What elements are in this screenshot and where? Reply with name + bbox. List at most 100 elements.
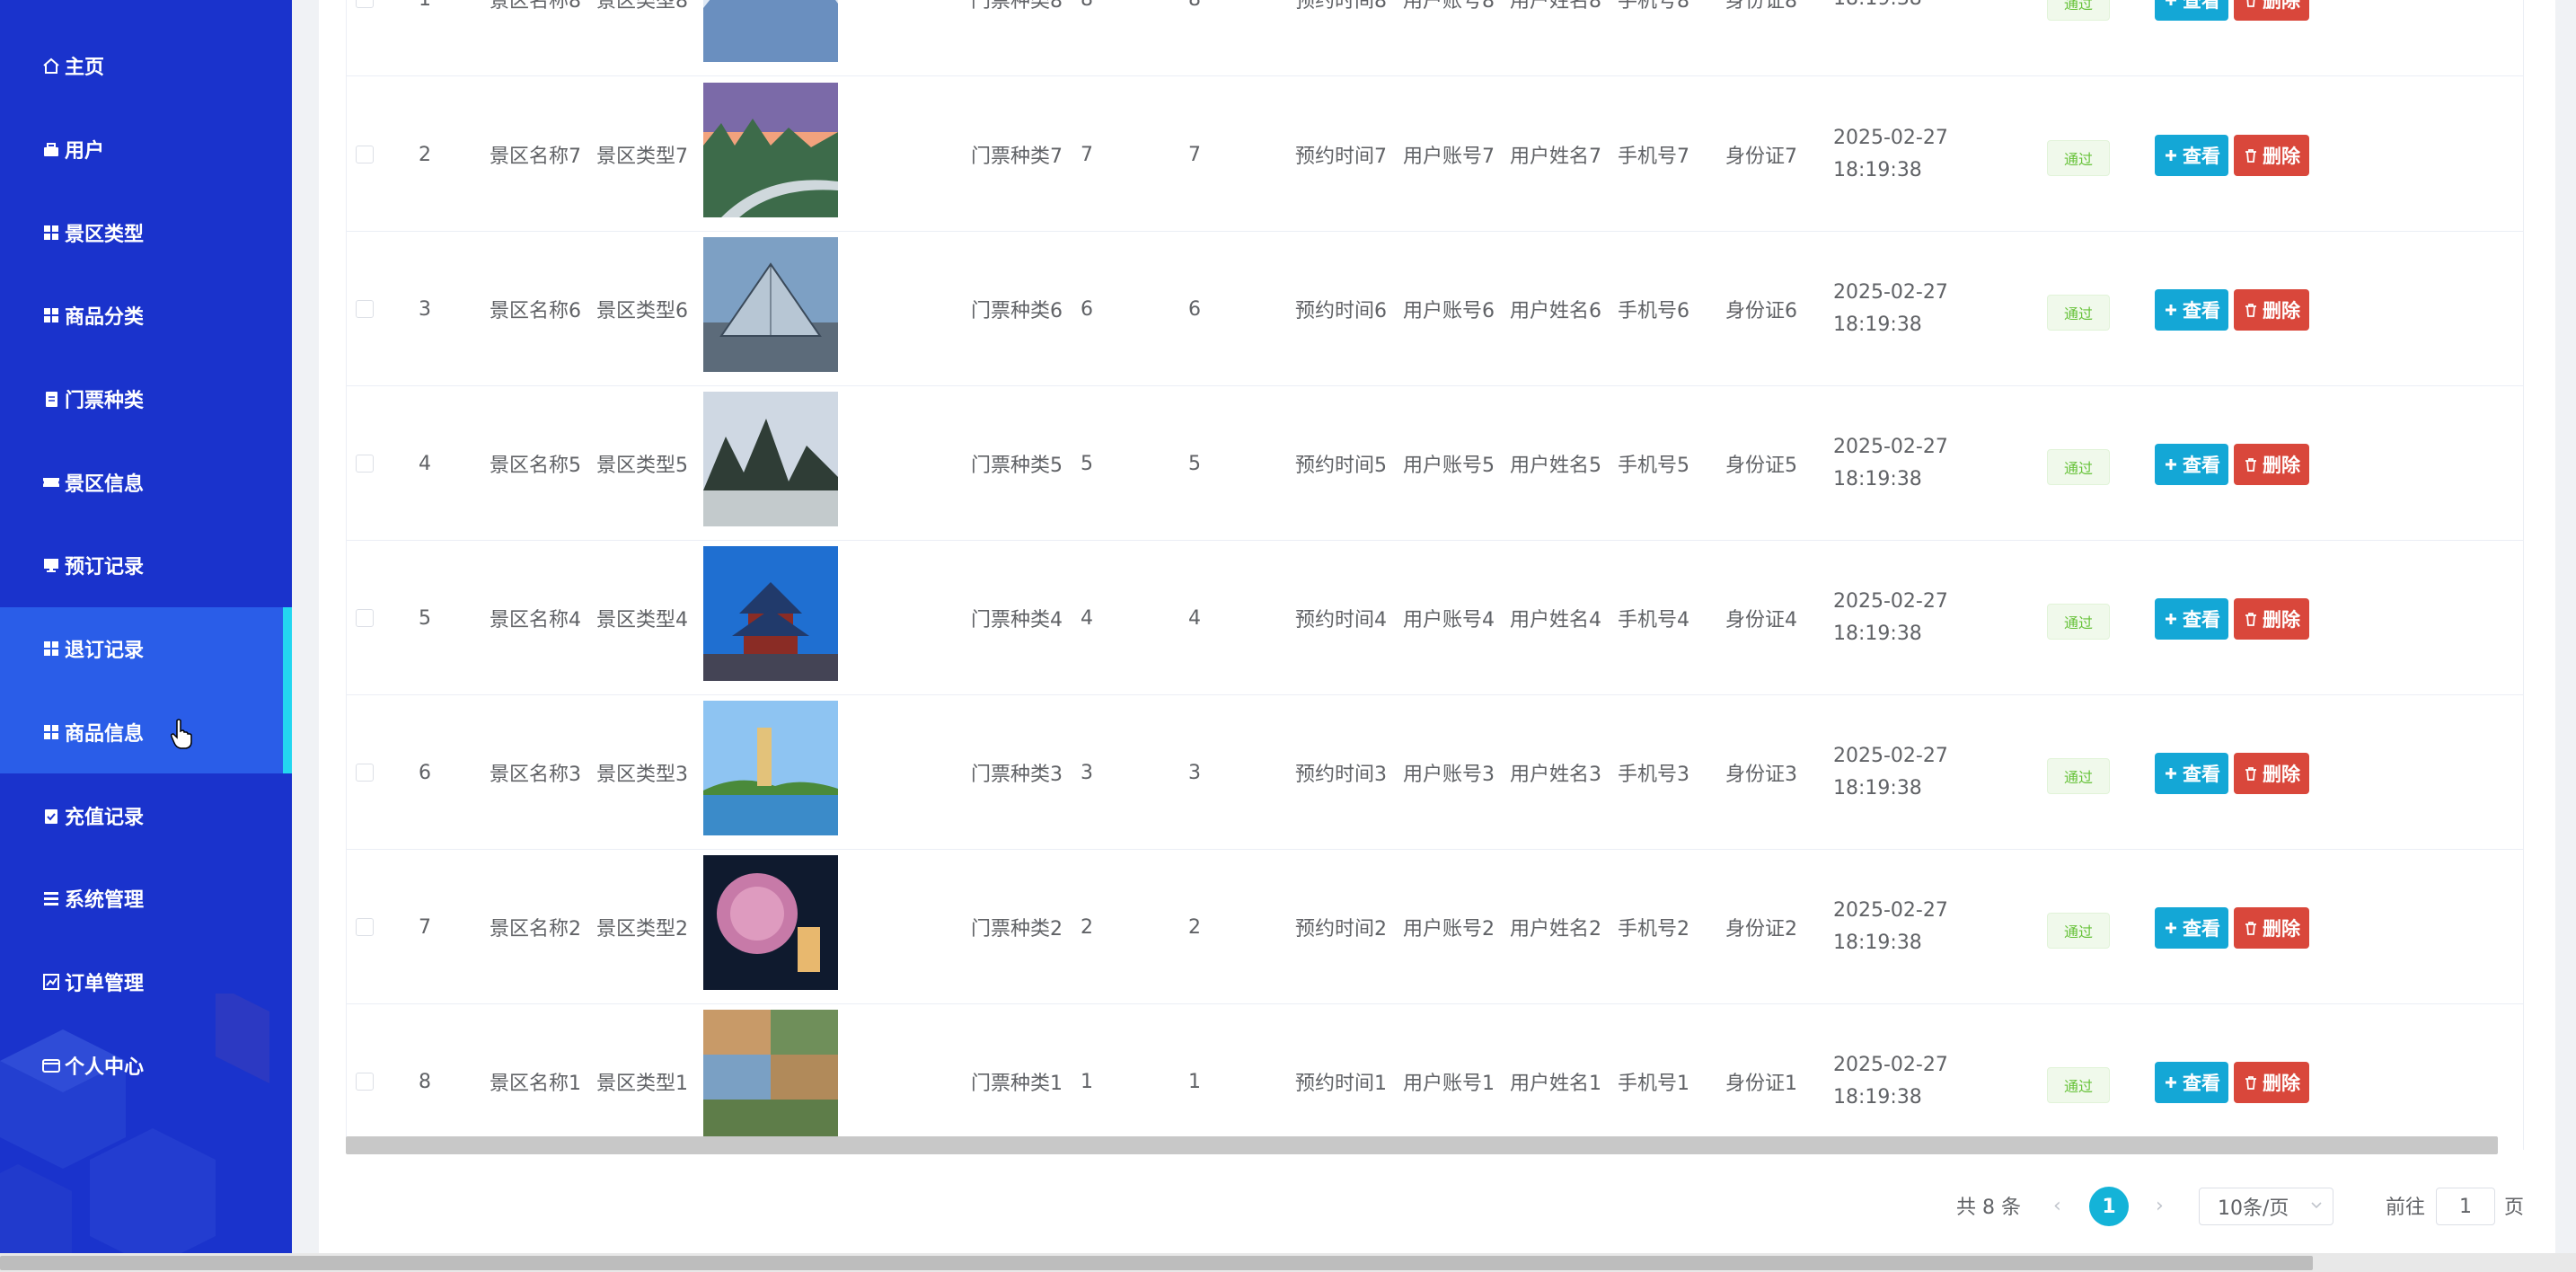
sidebar-item-11[interactable]: 系统管理	[0, 857, 292, 941]
cell-id-card: 身份证2	[1725, 918, 1797, 941]
page-size-select[interactable]: 10条/页	[2199, 1188, 2333, 1225]
row-checkbox[interactable]	[356, 146, 374, 163]
view-button[interactable]: 查看	[2155, 1062, 2228, 1103]
sidebar-item-1[interactable]: 主页	[0, 24, 292, 108]
sidebar-item-12[interactable]: 订单管理	[0, 941, 292, 1024]
scenic-image[interactable]	[703, 392, 838, 526]
delete-button[interactable]: 删除	[2234, 598, 2309, 640]
delete-button[interactable]: 删除	[2234, 135, 2309, 176]
plus-icon	[2166, 923, 2176, 933]
sidebar-item-label: 主页	[65, 57, 105, 80]
scenic-image[interactable]	[703, 0, 838, 62]
cell-user-name: 用户姓名3	[1510, 764, 1601, 786]
created-date: 2025-02-27	[1833, 1054, 1948, 1076]
cell-quantity: 8	[1081, 0, 1093, 76]
sidebar-item-label: 商品分类	[65, 306, 145, 330]
created-clock: 18:19:38	[1833, 777, 1922, 799]
cell-quantity-2: 8	[1188, 0, 1201, 76]
row-checkbox[interactable]	[356, 764, 374, 782]
row-checkbox[interactable]	[356, 609, 374, 627]
created-date: 2025-02-27	[1833, 899, 1948, 922]
delete-button[interactable]: 删除	[2234, 289, 2309, 331]
sidebar-item-label: 预订记录	[65, 556, 145, 579]
cell-id-card: 身份证1	[1725, 1073, 1797, 1095]
scenic-image[interactable]	[703, 1010, 838, 1144]
row-checkbox[interactable]	[356, 918, 374, 936]
next-page-icon[interactable]: ›	[2156, 1186, 2164, 1225]
view-button[interactable]: 查看	[2155, 598, 2228, 640]
delete-button-label: 删除	[2263, 918, 2300, 940]
list-icon	[41, 888, 61, 908]
cell-reserve-time: 预约时间8	[1295, 0, 1387, 13]
row-checkbox[interactable]	[356, 455, 374, 473]
sidebar-item-13[interactable]: 个人中心	[0, 1023, 292, 1107]
delete-button[interactable]: 删除	[2234, 444, 2309, 485]
grid-icon	[41, 722, 61, 742]
cell-user-account: 用户账号8	[1403, 0, 1495, 13]
page-number-current[interactable]: 1	[2089, 1187, 2129, 1226]
view-button[interactable]: 查看	[2155, 289, 2228, 331]
cell-user-account: 用户账号6	[1403, 300, 1495, 322]
scenic-image[interactable]	[703, 855, 838, 990]
row-checkbox[interactable]	[356, 1073, 374, 1091]
delete-button[interactable]: 删除	[2234, 1062, 2309, 1103]
cell-quantity: 5	[1081, 452, 1093, 475]
scenic-image[interactable]	[703, 237, 838, 372]
cell-reserve-time: 预约时间3	[1295, 764, 1387, 786]
cell-ticket-type: 门票种类1	[971, 1073, 1063, 1095]
cell-scenic-type: 景区类型7	[596, 146, 688, 168]
goto-page-input[interactable]: 1	[2436, 1188, 2495, 1225]
sidebar-item-4[interactable]: 商品分类	[0, 274, 292, 358]
sidebar-item-6[interactable]: 景区信息	[0, 440, 292, 524]
delete-button[interactable]: 删除	[2234, 753, 2309, 794]
delete-button-label: 删除	[2263, 764, 2300, 785]
sidebar-item-2[interactable]: 用户	[0, 108, 292, 191]
view-button[interactable]: 查看	[2155, 753, 2228, 794]
cell-user-account: 用户账号7	[1403, 146, 1495, 168]
view-button[interactable]: 查看	[2155, 444, 2228, 485]
status-badge: 通过	[2047, 604, 2110, 640]
sidebar-item-9[interactable]: 商品信息	[0, 690, 292, 774]
document-icon	[41, 389, 61, 409]
sidebar-item-label: 景区信息	[65, 473, 145, 496]
delete-button-label: 删除	[2263, 1073, 2300, 1094]
page-horizontal-scrollbar[interactable]	[0, 1256, 2313, 1270]
sidebar-item-3[interactable]: 景区类型	[0, 190, 292, 274]
row-checkbox[interactable]	[356, 0, 374, 8]
cell-scenic-name: 景区名称8	[490, 0, 581, 13]
cell-id-card: 身份证6	[1725, 300, 1797, 322]
sidebar-item-8[interactable]: 退订记录	[0, 606, 292, 691]
trash-icon	[2245, 1076, 2256, 1090]
delete-button[interactable]: 删除	[2234, 0, 2309, 21]
plus-icon	[2166, 459, 2176, 470]
sidebar-item-5[interactable]: 门票种类	[0, 358, 292, 441]
scenic-image[interactable]	[703, 83, 838, 217]
cell-row-index: 6	[419, 761, 431, 784]
row-checkbox[interactable]	[356, 300, 374, 318]
view-button[interactable]: 查看	[2155, 907, 2228, 949]
status-badge: 通过	[2047, 0, 2110, 21]
view-button[interactable]: 查看	[2155, 135, 2228, 176]
cell-phone-number: 手机号7	[1618, 146, 1689, 168]
delete-button-label: 删除	[2263, 455, 2300, 476]
trash-icon	[2245, 613, 2256, 626]
delete-button[interactable]: 删除	[2234, 907, 2309, 949]
view-button[interactable]: 查看	[2155, 0, 2228, 21]
view-button-label: 查看	[2183, 764, 2220, 785]
cell-quantity: 3	[1081, 761, 1093, 784]
sidebar-item-10[interactable]: 充值记录	[0, 773, 292, 857]
goto-suffix: 页	[2504, 1197, 2525, 1219]
prev-page-icon[interactable]: ‹	[2053, 1186, 2061, 1225]
cell-reserve-time: 预约时间5	[1295, 455, 1387, 477]
cell-row-index: 2	[419, 143, 431, 166]
table-horizontal-scrollbar[interactable]	[346, 1136, 2498, 1154]
scenic-image[interactable]	[703, 546, 838, 681]
scenic-image[interactable]	[703, 701, 838, 835]
status-badge: 通过	[2047, 140, 2110, 176]
cell-reserve-time: 预约时间4	[1295, 609, 1387, 632]
trash-icon	[2245, 922, 2256, 935]
cell-quantity-2: 6	[1188, 297, 1201, 321]
table-row: 2 景区名称7 景区类型7 门票种类7 7 7 预约时间7 用户账号7 用户姓名7 手机号7 身份证…	[347, 77, 2523, 232]
created-clock: 18:19:38	[1833, 932, 1922, 954]
sidebar-item-7[interactable]: 预订记录	[0, 524, 292, 607]
